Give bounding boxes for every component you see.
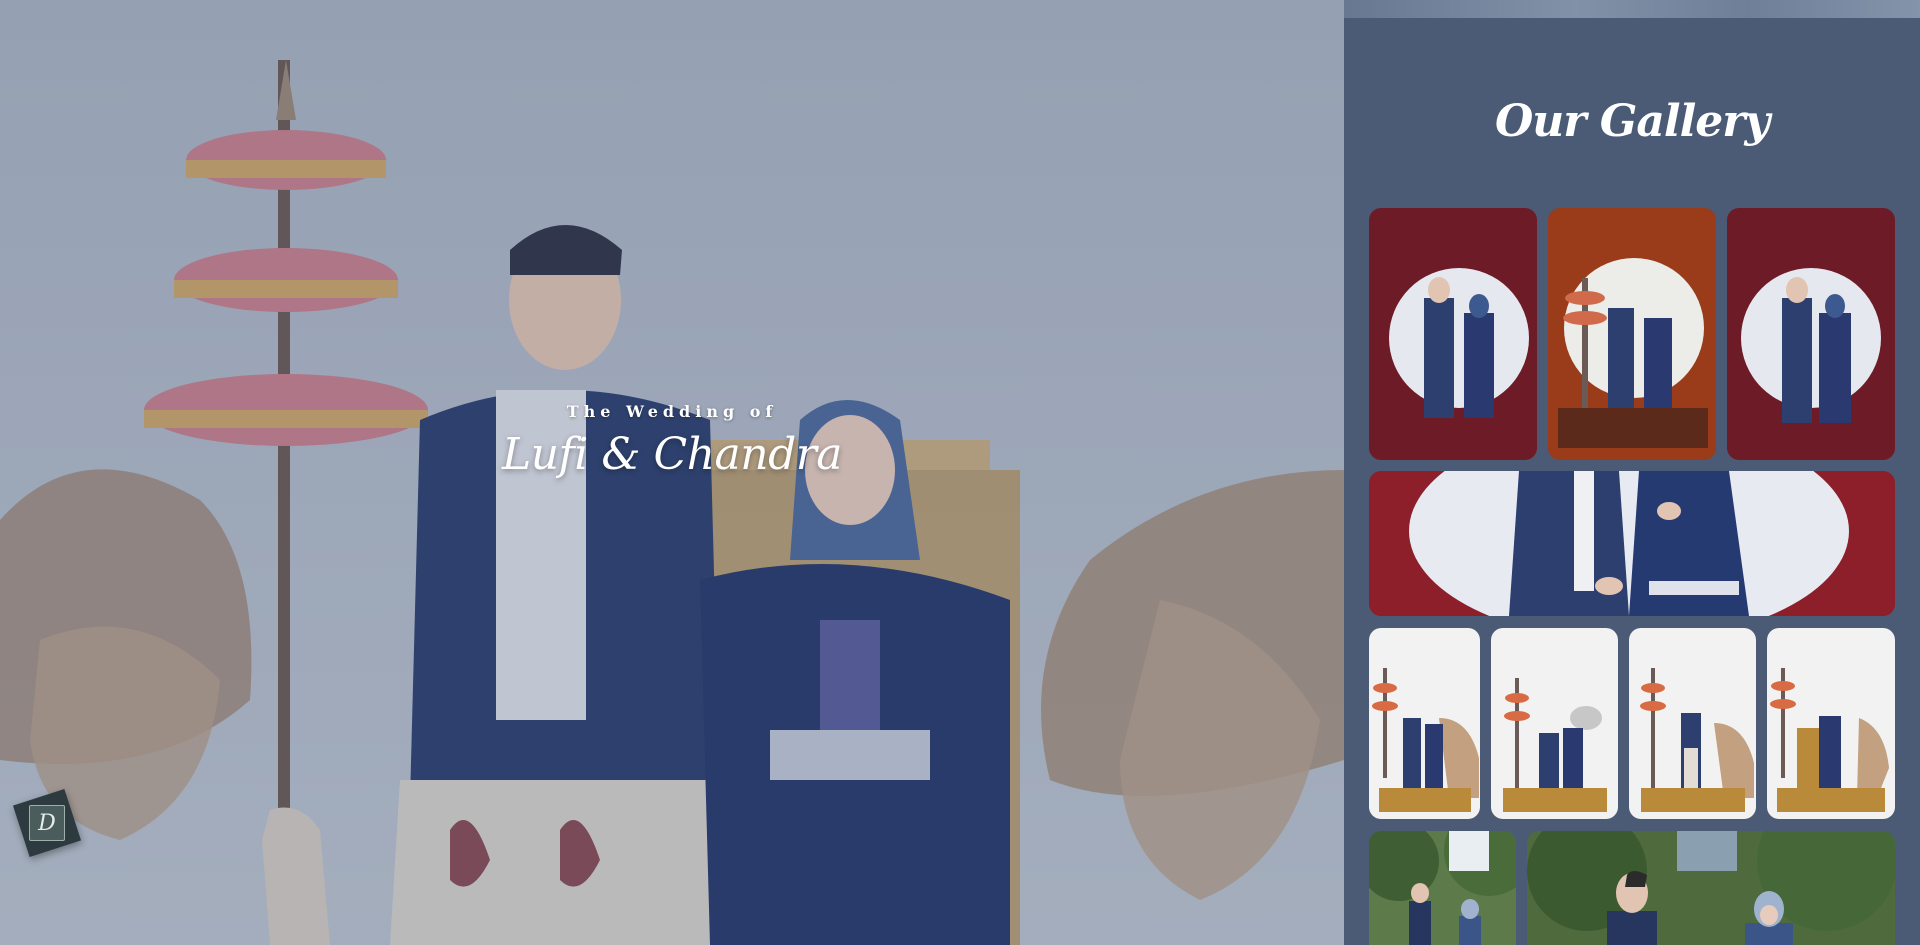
gallery-title: Our Gallery [1494, 96, 1770, 147]
gallery-photo[interactable] [1369, 208, 1537, 460]
gallery-photo[interactable] [1527, 831, 1895, 945]
gallery-photo[interactable] [1491, 628, 1618, 819]
gallery-photo[interactable] [1629, 628, 1756, 819]
gallery-photo[interactable] [1369, 628, 1480, 819]
gallery-photo[interactable] [1369, 471, 1895, 616]
couple-names: Lufi & Chandra [501, 429, 843, 480]
hero-kicker: The Wedding of [566, 402, 778, 421]
brand-logo-icon: D [29, 805, 65, 841]
gallery-photo[interactable] [1767, 628, 1895, 819]
gallery-panel: Our Gallery [1344, 0, 1920, 945]
gallery-photo[interactable] [1369, 831, 1516, 945]
hero-title-block: The Wedding of Lufi & Chandra [0, 402, 1344, 480]
hero-section: The Wedding of Lufi & Chandra D [0, 0, 1344, 945]
gallery-photo[interactable] [1727, 208, 1895, 460]
panel-top-decoration [1344, 0, 1920, 18]
gallery-photo[interactable] [1548, 208, 1716, 460]
